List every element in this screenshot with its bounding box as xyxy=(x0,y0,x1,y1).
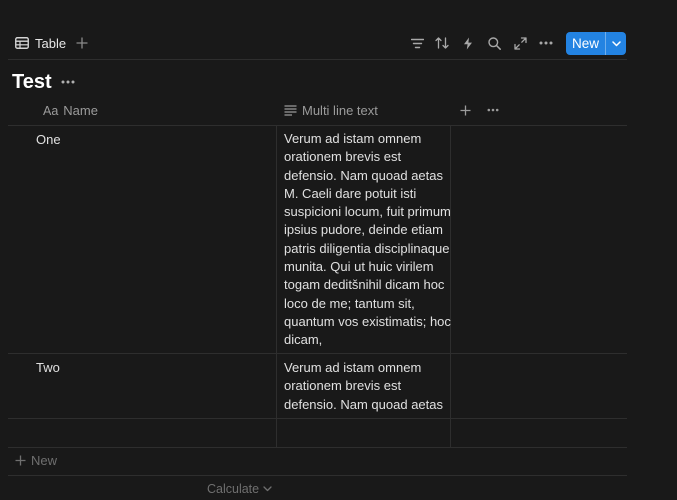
toolbar-divider xyxy=(8,59,627,60)
text-line: dicam, xyxy=(284,332,323,348)
footer-divider xyxy=(8,475,627,476)
add-view-plus-icon[interactable] xyxy=(73,34,91,52)
column-more-icon[interactable] xyxy=(486,106,500,114)
page-title: Test xyxy=(12,71,52,93)
expand-icon[interactable] xyxy=(509,33,531,53)
lightning-icon[interactable] xyxy=(457,33,479,53)
text-line: orationem brevis est xyxy=(284,378,402,394)
table-row[interactable]: One xyxy=(8,126,276,353)
plus-icon xyxy=(15,455,26,466)
chevron-down-icon[interactable] xyxy=(606,32,626,55)
column-divider xyxy=(276,125,277,447)
text-line: quantum vos existimatis; hoc xyxy=(284,313,451,329)
text-line: defensio. Nam quoad aetas xyxy=(284,396,443,412)
calculate-label: Calculate xyxy=(207,482,260,496)
text-line: Verum ad istam omnem xyxy=(284,131,422,146)
text-line: suspicioni locum, fuit primum xyxy=(284,204,451,220)
empty-table-row[interactable] xyxy=(8,419,627,447)
table-row[interactable]: Two xyxy=(8,354,276,418)
text-line: loco de me; tantum sit, xyxy=(284,295,415,311)
calculate-button[interactable]: Calculate xyxy=(207,482,272,496)
column-header-name[interactable]: Aa Name xyxy=(43,102,98,119)
column-header-multiline-label: Multi line text xyxy=(302,103,378,118)
text-aa-icon: Aa xyxy=(43,103,59,118)
lines-icon xyxy=(284,105,297,116)
add-row-label: New xyxy=(31,453,58,468)
row-divider xyxy=(8,447,627,448)
sort-icon[interactable] xyxy=(431,33,453,53)
cell-multiline-text[interactable]: Verum ad istam omnem orationem brevis es… xyxy=(284,130,451,350)
text-line: patris diligentia disciplinaque xyxy=(284,240,450,256)
text-line: togam deditšnihil dicam hoc xyxy=(284,277,445,293)
text-line: orationem brevis est xyxy=(284,149,402,165)
text-line: Verum ad istam omnem xyxy=(284,360,422,375)
new-button-label: New xyxy=(571,36,599,51)
more-icon[interactable] xyxy=(535,33,557,53)
add-row-button[interactable]: New xyxy=(15,453,57,468)
text-line: M. Caeli dare potuit isti xyxy=(284,185,417,201)
title-more-icon[interactable] xyxy=(58,74,78,90)
add-column-plus-icon[interactable] xyxy=(458,103,472,117)
column-header-multiline[interactable]: Multi line text xyxy=(284,102,378,119)
text-line: munita. Qui ut huic virilem xyxy=(284,259,434,275)
new-button[interactable]: New xyxy=(566,32,626,55)
text-line: ipsius pudore, deinde etiam xyxy=(284,222,443,238)
cell-multiline-text[interactable]: Verum ad istam omnem orationem brevis es… xyxy=(284,359,443,414)
chevron-down-icon xyxy=(263,486,272,492)
filter-icon[interactable] xyxy=(406,33,428,53)
table-icon xyxy=(15,37,29,49)
tab-table-view[interactable]: Table xyxy=(15,34,66,52)
text-line: defensio. Nam quoad aetas xyxy=(284,167,443,183)
search-icon[interactable] xyxy=(483,33,505,53)
tab-table-label: Table xyxy=(35,35,67,51)
column-header-name-label: Name xyxy=(63,103,98,118)
cell-name[interactable]: One xyxy=(36,131,61,149)
cell-name[interactable]: Two xyxy=(36,359,60,377)
